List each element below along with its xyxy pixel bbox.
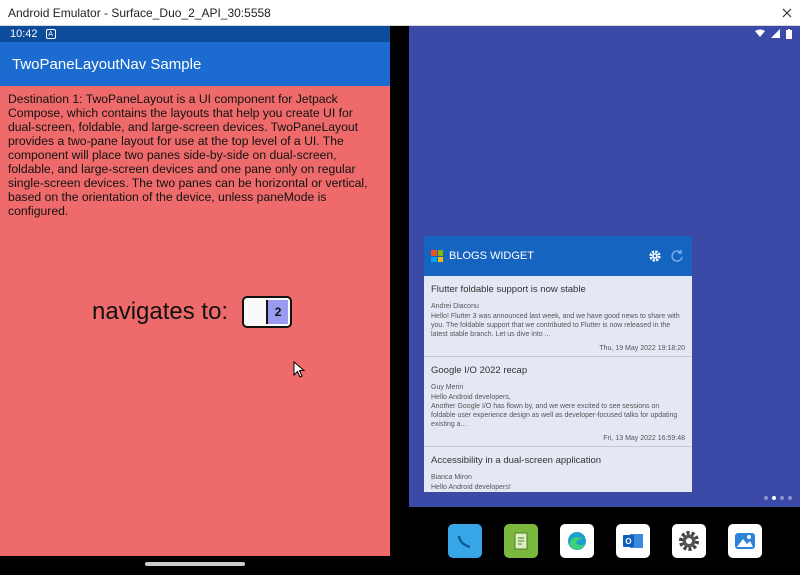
emulator-device: 10:42 A TwoPaneLayoutNav Sample Destinat…: [0, 26, 800, 575]
post-body: Hello Android developers!: [431, 484, 511, 491]
pane-number: 2: [274, 305, 282, 319]
close-icon: [782, 8, 792, 17]
notification-a-icon: A: [45, 29, 56, 39]
wifi-icon: [755, 29, 765, 37]
app-bar: TwoPaneLayoutNav Sample: [0, 42, 390, 86]
phone-icon[interactable]: [447, 524, 482, 558]
page-dot-active: [772, 496, 776, 500]
close-button[interactable]: [774, 0, 800, 26]
status-bar-right: [755, 29, 792, 39]
widget-title: BLOGS WIDGET: [449, 250, 534, 262]
page-dot: [788, 496, 792, 500]
app-title: TwoPaneLayoutNav Sample: [12, 55, 202, 73]
blogs-widget[interactable]: BLOGS WIDGET Flutter foldable support is…: [424, 236, 692, 492]
mouse-pointer-icon: [293, 361, 306, 378]
post-date: Fri, 13 May 2022 16:59:48: [603, 435, 685, 442]
microsoft-logo-icon: [431, 250, 443, 262]
signal-icon: [771, 29, 780, 38]
post-title: Google I/O 2022 recap: [431, 365, 528, 376]
blog-post[interactable]: Accessibility in a dual-screen applicati…: [424, 447, 692, 492]
widget-header: BLOGS WIDGET: [424, 236, 692, 276]
pane-two-button[interactable]: 2: [242, 296, 293, 328]
window-titlebar: Android Emulator - Surface_Duo_2_API_30:…: [0, 0, 800, 26]
post-body: Hello Android developers, Another Google…: [431, 394, 678, 428]
settings-icon[interactable]: [671, 524, 706, 558]
page-dot: [780, 496, 784, 500]
app-dock: O: [409, 507, 800, 575]
gear-icon[interactable]: [648, 249, 662, 263]
battery-icon: [786, 29, 792, 39]
post-date: Thu, 19 May 2022 19:18:20: [599, 345, 685, 352]
pane-two-indicator: 2: [268, 300, 289, 324]
right-screen: BLOGS WIDGET Flutter foldable support is…: [409, 26, 800, 507]
destination-description: Destination 1: TwoPaneLayout is a UI com…: [8, 92, 368, 218]
post-author: Andrei Diaconu: [431, 303, 479, 310]
post-body: Hello! Flutter 3 was announced last week…: [431, 313, 680, 338]
home-indicator[interactable]: [145, 562, 245, 566]
page-indicator: [764, 496, 792, 500]
window-title: Android Emulator - Surface_Duo_2_API_30:…: [8, 5, 271, 20]
left-screen: 10:42 A TwoPaneLayoutNav Sample Destinat…: [0, 26, 390, 556]
post-title: Flutter foldable support is now stable: [431, 284, 586, 295]
pane-one-indicator: [246, 300, 269, 324]
status-time: 10:42: [10, 28, 38, 40]
device-hinge: [390, 26, 409, 575]
page-dot: [764, 496, 768, 500]
navigates-label: navigates to:: [92, 298, 229, 325]
blog-post[interactable]: Flutter foldable support is now stable A…: [424, 276, 692, 357]
gallery-icon[interactable]: [727, 524, 762, 558]
edge-icon[interactable]: [559, 524, 594, 558]
status-bar-left: 10:42 A: [0, 26, 390, 42]
files-icon[interactable]: [503, 524, 538, 558]
navigation-row: navigates to: 2: [92, 296, 293, 328]
refresh-icon[interactable]: [670, 249, 684, 263]
post-author: Guy Merin: [431, 384, 464, 391]
blog-post[interactable]: Google I/O 2022 recap Guy Merin Hello An…: [424, 357, 692, 447]
post-title: Accessibility in a dual-screen applicati…: [431, 455, 602, 466]
outlook-icon[interactable]: O: [615, 524, 650, 558]
svg-text:O: O: [625, 537, 631, 546]
post-author: Bianca Miron: [431, 474, 472, 481]
